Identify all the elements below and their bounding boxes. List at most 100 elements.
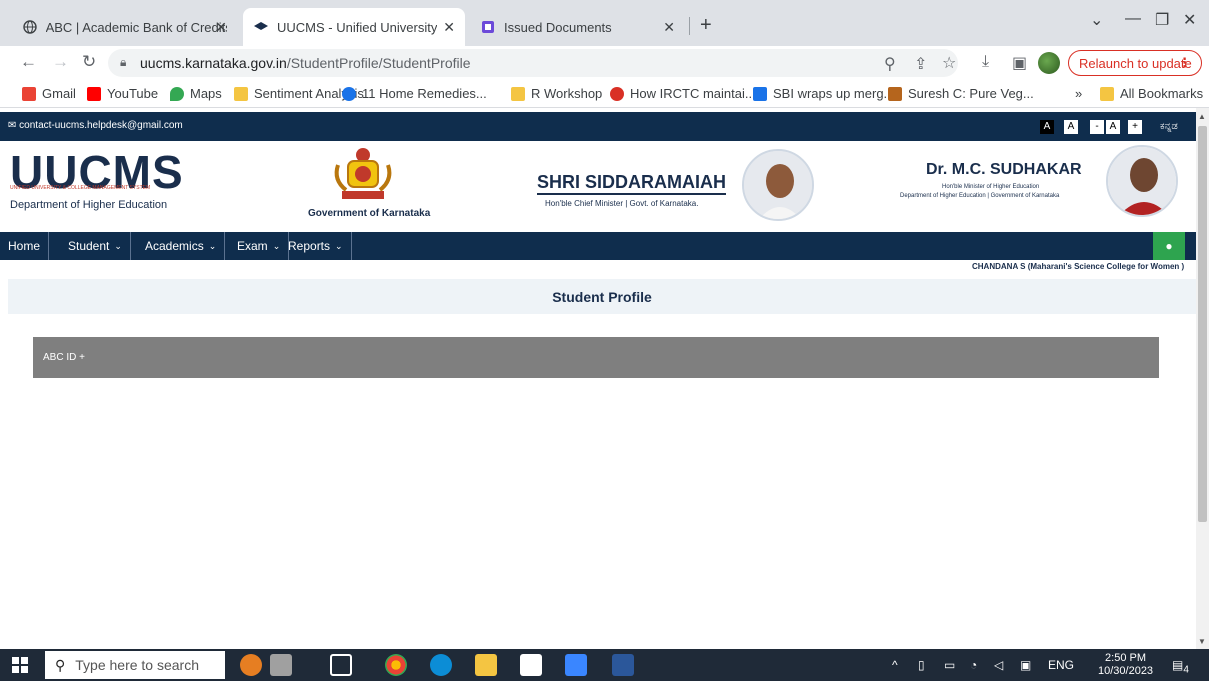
tray-battery-icon[interactable]: ▭ [944,658,955,672]
more-bookmarks-button[interactable]: » [1075,86,1082,101]
system-clock[interactable]: 2:50 PM 10/30/2023 [1098,652,1153,678]
image-icon [888,86,902,101]
bookmark-label: R Workshop [531,86,603,101]
abc-id-label[interactable]: ABC ID + [43,352,85,363]
minimize-icon[interactable]: — [1125,10,1141,28]
abc-id-panel[interactable]: ABC ID + [33,337,1159,378]
cm-name: SHRI SIDDARAMAIAH [537,172,726,195]
nav-academics[interactable]: Academics ⌄ [137,232,226,260]
font-size-decrease-button[interactable]: - [1090,120,1104,134]
bookmark-youtube[interactable]: YouTube [87,86,158,101]
user-menu-button[interactable]: ● [1153,232,1185,260]
bookmark-star-icon[interactable]: ☆ [942,53,956,73]
notifications-icon[interactable]: ▤4 [1172,658,1189,675]
all-bookmarks-button[interactable]: All Bookmarks [1100,86,1203,101]
chevron-down-icon: ⌄ [335,240,343,251]
windows-start-icon[interactable] [12,657,28,673]
word-icon[interactable] [612,654,634,676]
snipping-tool-icon[interactable] [520,654,542,676]
close-window-icon[interactable]: ✕ [1183,10,1196,30]
bookmark-suresh[interactable]: Suresh C: Pure Veg... [888,86,1034,101]
relaunch-label: Relaunch to update [1079,55,1192,71]
nav-label: Student [68,239,110,253]
top-contact-strip: ✉ contact-uucms.helpdesk@gmail.com A A -… [0,112,1196,141]
cm-title: Hon'ble Chief Minister | Govt. of Karnat… [545,199,699,208]
nav-label: Academics [145,239,204,253]
taskbar-search[interactable]: ⚲ Type here to search [45,651,225,679]
nav-label: Exam [237,239,268,253]
graduation-cap-icon [253,19,269,35]
lock-icon: 🔒︎ [120,55,127,69]
helpdesk-email[interactable]: ✉ contact-uucms.helpdesk@gmail.com [8,120,183,131]
task-view-icon[interactable] [330,654,352,676]
bookmark-irctc[interactable]: How IRCTC maintai... [610,86,756,101]
notification-count: 4 [1183,664,1189,676]
bookmark-label: How IRCTC maintai... [630,86,756,101]
back-icon[interactable]: ← [20,52,37,72]
zoom-icon[interactable]: ⚲ [884,54,896,74]
all-bookmarks-label: All Bookmarks [1120,86,1204,101]
minister-department: Department of Higher Education | Governm… [900,193,1060,199]
language-toggle[interactable]: ಕನ್ನಡ [1160,121,1178,132]
nav-label: Reports [288,239,331,253]
forward-icon[interactable]: → [52,52,69,72]
tray-app-icon[interactable]: ▣ [1020,658,1031,672]
tab-issued-documents[interactable]: Issued Documents ✕ [470,8,685,46]
show-hidden-icons[interactable]: ^ [892,658,898,672]
nav-home[interactable]: Home [0,232,50,260]
font-size-a-button[interactable]: A [1106,120,1120,134]
font-size-increase-button[interactable]: + [1128,120,1142,134]
share-icon[interactable]: ⇪ [914,54,927,74]
font-size-default-button[interactable]: A [1040,120,1054,134]
font-size-normal-button[interactable]: A [1064,120,1078,134]
volume-icon[interactable]: ◁ [994,658,1003,672]
tab-uucms[interactable]: UUCMS - Unified University Coll ✕ [243,8,465,46]
close-tab-icon[interactable]: ✕ [443,19,455,36]
relaunch-button[interactable]: Relaunch to update ⋮ [1068,50,1202,76]
close-tab-icon[interactable]: ✕ [215,19,227,36]
scroll-down-icon[interactable]: ▼ [1198,637,1206,646]
wifi-icon[interactable]: ◔ [970,658,977,672]
bookmark-sbi[interactable]: SBI wraps up merg... [753,86,894,101]
search-placeholder: Type here to search [75,657,200,673]
address-bar[interactable]: 🔒︎ uucms.karnataka.gov.in/StudentProfile… [108,49,958,77]
scroll-up-icon[interactable]: ▲ [1198,112,1206,121]
restore-icon[interactable]: ❐ [1155,10,1169,30]
bookmark-gmail[interactable]: Gmail [22,86,76,101]
cortana-app-icon[interactable] [240,654,262,676]
new-tab-icon[interactable]: + [700,14,712,37]
bookmark-home-remedies[interactable]: 11 Home Remedies... [342,86,487,101]
chevron-down-icon: ⌄ [208,240,217,251]
profile-avatar[interactable] [1038,52,1060,74]
tab-search-icon[interactable]: ⌄ [1090,10,1103,30]
nav-reports[interactable]: Reports ⌄ [280,232,352,260]
tab-abc[interactable]: ABC | Academic Bank of Credits ✕ [12,8,237,46]
bookmark-label: YouTube [107,86,159,101]
scrollbar-thumb[interactable] [1198,126,1207,522]
page-scrollbar[interactable]: ▲ ▼ [1196,108,1209,649]
windows-taskbar: ⚲ Type here to search ^ ▯ ▭ ◔ ◁ ▣ ENG 2:… [0,649,1209,681]
menu-dots-icon: ⋮ [1178,55,1191,70]
nav-student[interactable]: Student ⌄ [60,232,131,260]
reload-icon[interactable]: ↻ [82,52,96,72]
file-explorer-icon[interactable] [475,654,497,676]
user-icon: ● [1165,239,1173,253]
download-icon[interactable]: ⤓ [982,53,989,71]
bookmark-r-workshop[interactable]: R Workshop [511,86,602,101]
clock-time: 2:50 PM [1105,652,1147,664]
tab-title: Issued Documents [504,19,612,35]
url-text: uucms.karnataka.gov.in/StudentProfile/St… [140,55,471,71]
browser-toolbar: ← → ↻ 🔒︎ uucms.karnataka.gov.in/StudentP… [0,46,1209,80]
bookmark-label: Gmail [42,86,76,101]
edge-icon[interactable] [430,654,452,676]
notes-app-icon[interactable] [565,654,587,676]
bookmark-maps[interactable]: Maps [170,86,222,101]
language-indicator[interactable]: ENG [1048,658,1074,672]
tray-device-icon[interactable]: ▯ [918,658,925,672]
tools-app-icon[interactable] [270,654,292,676]
bookmark-label: Maps [190,86,222,101]
chrome-icon[interactable] [385,654,407,676]
side-panel-icon[interactable]: ▣ [1012,53,1027,73]
youtube-icon [87,86,101,101]
close-tab-icon[interactable]: ✕ [663,19,675,36]
